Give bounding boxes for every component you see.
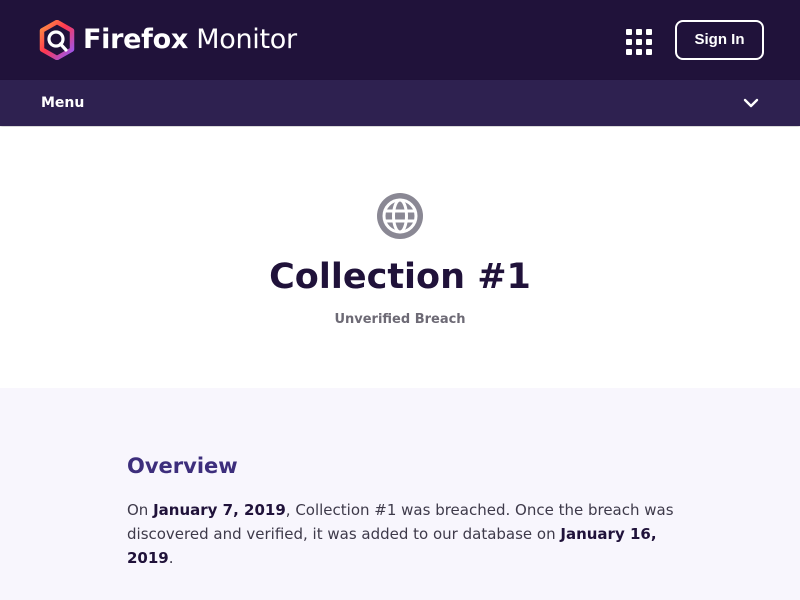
overview-text-1: On: [127, 501, 154, 519]
apps-grid-icon[interactable]: [626, 29, 652, 55]
brand-first: Firefox: [83, 24, 188, 55]
breach-status: Unverified Breach: [334, 312, 466, 327]
overview-heading: Overview: [127, 454, 238, 478]
menu-bar[interactable]: Menu: [0, 80, 800, 126]
top-header: Firefox Monitor Sign In: [0, 0, 800, 80]
overview-text: On January 7, 2019, Collection #1 was br…: [127, 498, 675, 570]
sign-in-button[interactable]: Sign In: [675, 20, 764, 60]
brand-second: Monitor: [196, 24, 297, 55]
chevron-down-icon[interactable]: [742, 96, 760, 110]
firefox-monitor-logo[interactable]: [38, 20, 76, 60]
menu-label: Menu: [41, 95, 85, 111]
breach-title: Collection #1: [269, 257, 531, 297]
globe-icon: [377, 193, 423, 239]
overview-text-3: .: [168, 549, 174, 567]
brand-name[interactable]: Firefox Monitor: [83, 22, 297, 58]
breach-date: January 7, 2019: [153, 501, 286, 519]
